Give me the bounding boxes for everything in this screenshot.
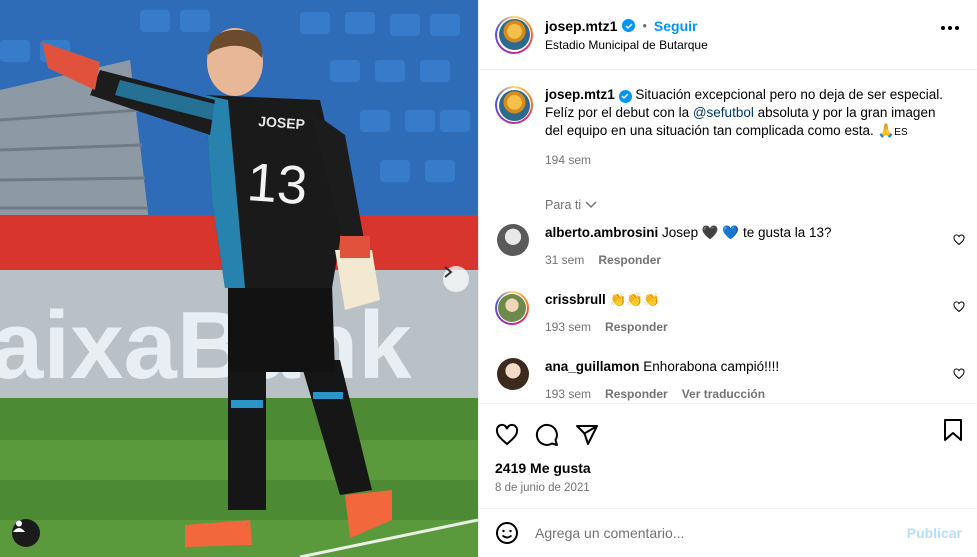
like-comment-heart-icon[interactable] [953,301,965,313]
caption-time[interactable]: 194 sem [545,151,955,169]
separator: • [642,18,647,33]
like-comment-heart-icon[interactable] [953,368,965,380]
comment-icon[interactable] [535,423,559,447]
location-link[interactable]: Estadio Municipal de Butarque [545,38,708,52]
like-heart-icon[interactable] [495,423,519,447]
user-icon [13,520,25,532]
comment-username[interactable]: crissbrull [545,292,606,307]
for-you-label: Para ti [545,198,582,212]
comments-section[interactable]: josep.mtz1 Situación excepcional pero no… [479,70,977,402]
mention-link[interactable]: @sefutbol [693,105,754,120]
comment-time[interactable]: 193 sem [545,318,591,336]
comment-username[interactable]: alberto.ambrosini [545,225,658,240]
chevron-down-icon [585,201,597,209]
post-photo[interactable]: aixaBank JOSEP 13 [0,0,478,557]
comment-item: alberto.ambrosini Josep 🖤 💙 te gusta la … [479,224,977,269]
verified-badge-icon [622,19,636,32]
caption-text-3: ES [894,127,908,138]
photo-illustration: aixaBank JOSEP 13 [0,0,478,557]
comment-time[interactable]: 31 sem [545,251,584,269]
svg-text:13: 13 [245,152,309,216]
share-icon[interactable] [575,423,599,447]
comment-avatar[interactable] [497,224,529,256]
comment-item: ana_guillamon Enhorabona campió!!!! 193 … [479,358,977,402]
reply-button[interactable]: Responder [605,385,668,402]
reply-button[interactable]: Responder [605,318,668,336]
post-date[interactable]: 8 de junio de 2021 [479,476,977,494]
for-you-filter[interactable]: Para ti [479,169,977,212]
caption-username[interactable]: josep.mtz1 [545,87,615,102]
svg-text:JOSEP: JOSEP [258,113,306,132]
tagged-users-button[interactable] [12,519,40,547]
author-avatar[interactable] [495,15,533,54]
caption-avatar[interactable] [495,86,533,124]
next-image-button[interactable] [443,266,469,292]
chevron-right-icon [444,266,453,278]
comment-text: Enhorabona campió!!!! [643,359,780,374]
bookmark-icon[interactable] [942,418,964,442]
author-username[interactable]: josep.mtz1 [545,18,617,34]
publish-button[interactable]: Publicar [907,525,962,541]
comment-avatar[interactable] [497,358,529,390]
emoji-icon[interactable] [495,521,519,545]
likes-count[interactable]: 2419 Me gusta [479,454,977,476]
comment-username[interactable]: ana_guillamon [545,359,640,374]
comment-input[interactable]: Agrega un comentario... [535,525,907,541]
follow-button[interactable]: Seguir [654,18,698,34]
comment-text: Josep 🖤 💙 te gusta la 13? [662,225,832,240]
comment-time[interactable]: 193 sem [545,385,591,402]
verified-badge-icon [618,89,632,103]
caption: josep.mtz1 Situación excepcional pero no… [479,70,977,169]
like-comment-heart-icon[interactable] [953,234,965,246]
comment-avatar[interactable] [495,291,529,325]
more-icon [941,26,945,30]
reply-button[interactable]: Responder [598,251,661,269]
post-actions: 2419 Me gusta 8 de junio de 2021 [479,403,977,494]
translate-button[interactable]: Ver traducción [682,385,765,402]
comment-text: 👏👏👏 [609,292,660,307]
post-details-panel: josep.mtz1 • Seguir Estadio Municipal de… [478,0,977,557]
more-options-button[interactable] [941,26,959,30]
add-comment-bar: Agrega un comentario... Publicar [479,508,977,557]
comment-item: crissbrull 👏👏👏 193 sem Responder [479,291,977,336]
post-header: josep.mtz1 • Seguir Estadio Municipal de… [479,0,977,70]
